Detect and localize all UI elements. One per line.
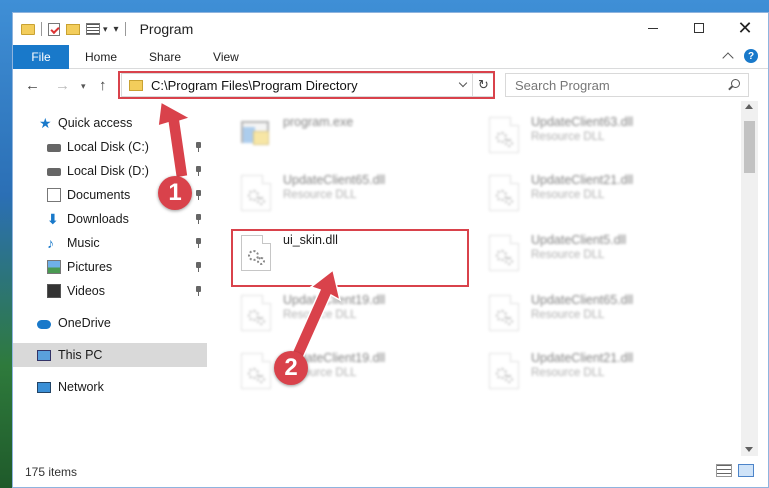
title-bar: ▾ ▾ Program ✕ (13, 13, 768, 45)
file-item[interactable]: UpdateClient65.dll Resource DLL (231, 167, 471, 223)
scroll-thumb[interactable] (744, 121, 755, 173)
folder-icon (21, 23, 35, 35)
step-1-badge: 1 (158, 176, 192, 210)
back-button[interactable]: ← (25, 77, 40, 94)
up-button[interactable]: ↑ (99, 77, 107, 94)
close-button[interactable]: ✕ (722, 13, 768, 43)
drive-icon (47, 168, 61, 176)
pictures-icon (47, 260, 61, 274)
vertical-scrollbar[interactable] (741, 101, 758, 456)
ribbon-tabs: File Home Share View ? (13, 44, 768, 69)
dll-file-icon (489, 295, 519, 331)
application-icon (239, 117, 273, 149)
pin-icon (195, 166, 203, 176)
file-item[interactable]: UpdateClient65.dll Resource DLL (479, 287, 719, 343)
search-icon[interactable] (728, 79, 740, 91)
new-folder-icon[interactable] (66, 23, 80, 35)
minimize-button[interactable] (630, 13, 676, 43)
file-highlight (231, 229, 469, 287)
address-bar-highlight (118, 71, 495, 99)
dll-file-icon (241, 295, 271, 331)
maximize-button[interactable] (676, 13, 722, 43)
large-icons-view-icon[interactable] (738, 464, 754, 477)
close-icon: ✕ (737, 18, 753, 38)
file-item[interactable]: UpdateClient5.dll Resource DLL (479, 227, 719, 283)
file-item[interactable]: UpdateClient21.dll Resource DLL (479, 345, 719, 401)
tab-share[interactable]: Share (133, 50, 197, 64)
navigation-pane: ★ Quick access Local Disk (C:) Local Dis… (13, 101, 209, 456)
item-count: 175 items (25, 464, 78, 479)
step-2-badge: 2 (274, 351, 308, 385)
minimize-icon (648, 27, 658, 29)
help-icon[interactable]: ? (744, 49, 758, 63)
pin-icon (195, 238, 203, 248)
sidebar-item-downloads[interactable]: ⬇ Downloads (13, 207, 207, 231)
computer-icon (37, 349, 51, 361)
file-item[interactable]: UpdateClient21.dll Resource DLL (479, 167, 719, 223)
window-controls: ✕ (630, 13, 768, 43)
sidebar-item-this-pc[interactable]: This PC (13, 343, 207, 367)
dll-file-icon (241, 175, 271, 211)
dll-file-icon (489, 353, 519, 389)
quick-access-toolbar: ▾ ▾ (13, 22, 126, 36)
chevron-down-icon[interactable]: ▾ (103, 24, 108, 35)
sidebar-item-pictures[interactable]: Pictures (13, 255, 207, 279)
sidebar-item-music[interactable]: ♪ Music (13, 231, 207, 255)
sidebar-item-quick-access[interactable]: ★ Quick access (13, 111, 207, 135)
network-icon (37, 381, 51, 393)
music-icon: ♪ (47, 235, 54, 251)
file-item-program-exe[interactable]: program.exe (231, 109, 471, 165)
file-item[interactable]: UpdateClient19.dll Resource DLL (231, 287, 471, 343)
maximize-icon (694, 23, 704, 33)
sidebar-item-network[interactable]: Network (13, 375, 207, 399)
download-icon: ⬇ (47, 211, 59, 227)
view-icon[interactable] (86, 23, 100, 35)
star-icon: ★ (39, 115, 52, 131)
videos-icon (47, 284, 61, 298)
drive-icon (47, 144, 61, 152)
dll-file-icon (489, 117, 519, 153)
documents-icon (47, 188, 61, 202)
recent-locations-button[interactable]: ▾ (81, 81, 86, 92)
sidebar-item-local-disk-c[interactable]: Local Disk (C:) (13, 135, 207, 159)
scroll-down-icon[interactable] (745, 447, 753, 452)
expand-ribbon-icon[interactable] (722, 52, 734, 64)
search-placeholder: Search Program (515, 77, 610, 93)
file-item[interactable]: UpdateClient63.dll Resource DLL (479, 109, 719, 165)
dll-file-icon (489, 235, 519, 271)
forward-button[interactable]: → (55, 77, 70, 94)
search-input[interactable]: Search Program (505, 73, 749, 97)
file-item[interactable]: UpdateClient19.dll Resource DLL (231, 345, 471, 401)
tab-view[interactable]: View (197, 50, 255, 64)
pin-icon (195, 190, 203, 200)
details-view-icon[interactable] (716, 464, 732, 477)
sidebar-item-onedrive[interactable]: OneDrive (13, 311, 207, 335)
pin-icon (195, 214, 203, 224)
pin-icon (195, 142, 203, 152)
properties-icon[interactable] (48, 22, 60, 36)
dll-file-icon (241, 353, 271, 389)
scroll-up-icon[interactable] (745, 104, 753, 109)
customize-toolbar-icon[interactable]: ▾ (114, 24, 119, 35)
status-bar: 175 items (13, 456, 768, 487)
pin-icon (195, 262, 203, 272)
cloud-icon (37, 320, 51, 329)
pin-icon (195, 286, 203, 296)
tab-home[interactable]: Home (69, 50, 133, 64)
sidebar-item-videos[interactable]: Videos (13, 279, 207, 303)
tab-file[interactable]: File (13, 44, 69, 69)
dll-file-icon (489, 175, 519, 211)
window-title: Program (139, 21, 194, 37)
